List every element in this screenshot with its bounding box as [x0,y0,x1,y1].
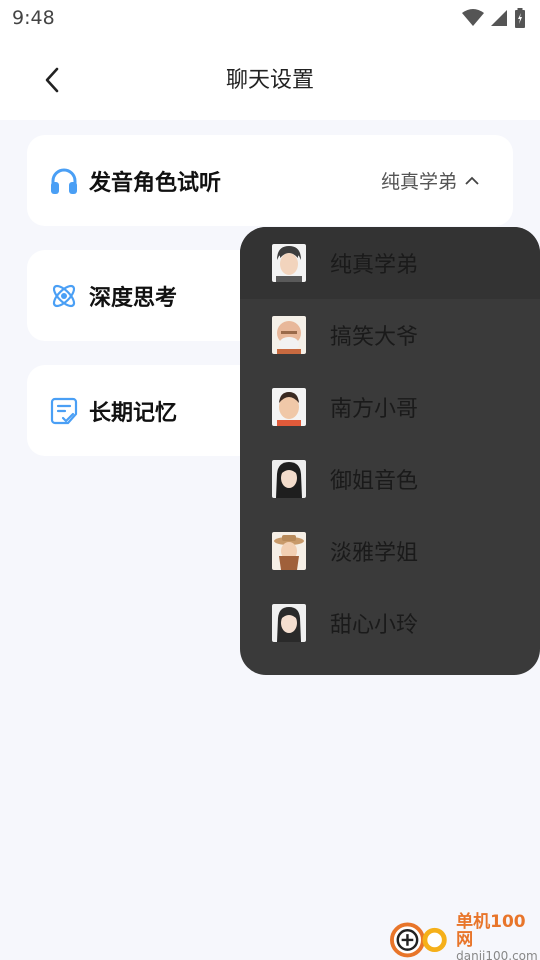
setting-label-voice: 发音角色试听 [89,170,222,196]
battery-icon [515,8,525,28]
voice-option-label: 御姐音色 [330,469,419,494]
voice-selector[interactable]: 纯真学弟 [381,167,479,194]
cowgirl-avatar [272,532,306,570]
status-icons [462,8,526,28]
watermark-logo: 单机100网 danji100.com [390,911,540,960]
atom-icon [49,281,79,311]
memo-check-icon [49,396,79,426]
wifi-icon [462,9,484,26]
boy-avatar [272,388,306,426]
headphones-icon [49,166,79,196]
status-bar: 9:48 [0,0,540,36]
watermark-en: danji100.com [456,948,538,960]
setting-label-deep-think: 深度思考 [89,285,178,311]
signal-icon [491,10,507,26]
page-title: 聊天设置 [225,68,314,93]
app-header: 聊天设置 [0,36,540,120]
voice-option[interactable]: 御姐音色 [240,443,540,515]
voice-option-label: 甜心小玲 [330,613,419,638]
setting-card-voice: 发音角色试听 纯真学弟 [27,135,513,226]
voice-option[interactable]: 南方小哥 [240,371,540,443]
chevron-up-icon [465,176,479,185]
voice-option[interactable]: 纯真学弟 [240,227,540,299]
voice-option[interactable]: 淡雅学姐 [240,515,540,587]
voice-option-label: 搞笑大爷 [330,325,419,350]
voice-option-label: 南方小哥 [330,397,419,422]
woman-dark-hair-avatar [272,460,306,498]
girl-long-hair-avatar [272,604,306,642]
voice-dropdown-menu: 纯真学弟 搞笑大爷 南方小哥 御姐音色 淡雅学姐 甜心小玲 [240,227,540,675]
voice-selected-value: 纯真学弟 [380,171,457,193]
watermark-text: 单机100网 danji100.com [456,911,540,960]
setting-label-memory: 长期记忆 [89,400,178,426]
young-man-avatar [272,244,306,282]
voice-option-label: 纯真学弟 [330,253,419,278]
voice-option[interactable]: 甜心小玲 [240,587,540,659]
plus-circle-logo-icon [390,922,447,958]
status-time: 9:48 [12,7,55,29]
voice-option[interactable]: 搞笑大爷 [240,299,540,371]
watermark-cn: 单机100网 [456,911,526,950]
voice-option-label: 淡雅学姐 [330,541,419,566]
old-man-avatar [272,316,306,354]
